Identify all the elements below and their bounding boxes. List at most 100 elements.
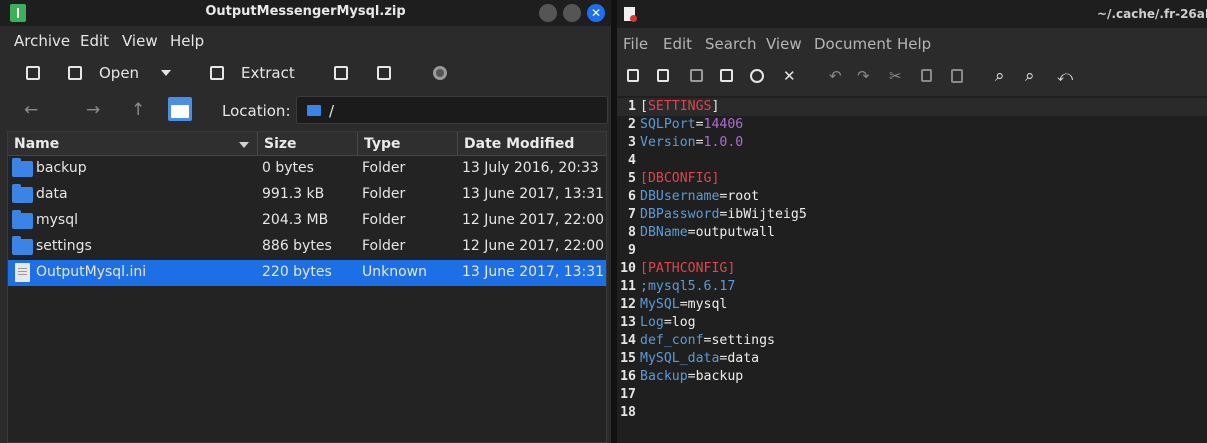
location-path: / bbox=[329, 102, 335, 120]
up-arrow-icon[interactable]: ↑ bbox=[131, 100, 145, 120]
line-number: 7 bbox=[628, 207, 636, 222]
line-text: MySQL=mysql bbox=[640, 297, 728, 312]
archive-toolbar: Open Extract bbox=[0, 56, 611, 92]
file-date: 12 June 2017, 22:00 bbox=[462, 212, 605, 228]
go-to-line-icon[interactable]: ⤺ bbox=[1057, 68, 1073, 84]
line-text: SQLPort=14406 bbox=[640, 117, 744, 132]
undo-icon[interactable]: ↷ bbox=[829, 67, 842, 85]
line-text: Backup=backup bbox=[640, 369, 744, 384]
copy-icon[interactable] bbox=[921, 69, 932, 82]
line-text: DBUsername=root bbox=[640, 189, 760, 204]
location-folder-icon bbox=[307, 105, 321, 116]
folder-icon bbox=[12, 184, 33, 203]
file-row-outputmysql-ini[interactable]: OutputMysql.ini 220 bytes Unknown 13 Jun… bbox=[8, 260, 606, 286]
code-line: 13 Log=log bbox=[617, 314, 1207, 332]
code-line: 4 bbox=[617, 152, 1207, 170]
redo-icon[interactable]: ↷ bbox=[857, 68, 870, 84]
code-line: 14 def_conf=settings bbox=[617, 332, 1207, 350]
archive-titlebar: OutputMessengerMysql.zip ✕ bbox=[0, 0, 611, 26]
line-number: 5 bbox=[628, 171, 636, 186]
open-button[interactable]: Open bbox=[99, 64, 139, 82]
file-date: 13 June 2017, 13:31 bbox=[462, 186, 605, 202]
home-folder-icon[interactable] bbox=[168, 97, 192, 121]
code-line: 6 DBUsername=root bbox=[617, 188, 1207, 206]
line-number: 17 bbox=[620, 387, 636, 402]
maximize-button[interactable] bbox=[563, 4, 581, 22]
menu-edit[interactable]: Edit bbox=[80, 32, 109, 50]
file-date: 13 July 2016, 20:33 bbox=[462, 160, 599, 176]
code-line: 8 DBName=outputwall bbox=[617, 224, 1207, 242]
menu-view[interactable]: View bbox=[766, 35, 802, 53]
menu-file[interactable]: File bbox=[623, 35, 648, 53]
menu-document[interactable]: Document bbox=[814, 35, 892, 53]
code-line: 11 ;mysql5.6.17 bbox=[617, 278, 1207, 296]
stop-icon[interactable] bbox=[433, 66, 447, 80]
menu-edit[interactable]: Edit bbox=[663, 35, 692, 53]
column-name[interactable]: Name bbox=[8, 132, 258, 156]
new-archive-icon[interactable] bbox=[26, 66, 40, 80]
column-date-modified[interactable]: Date Modified bbox=[458, 132, 606, 156]
menu-help[interactable]: Help bbox=[170, 32, 204, 50]
folder-icon bbox=[12, 210, 33, 229]
column-header: Name Size Type Date Modified bbox=[8, 132, 606, 156]
editor-app-icon bbox=[624, 7, 637, 22]
line-text: DBName=outputwall bbox=[640, 225, 775, 240]
new-document-icon[interactable] bbox=[627, 69, 639, 82]
editor-menubar: File Edit Search View Document Help bbox=[617, 32, 1207, 56]
editor-toolbar: ✕ ↷ ↷ ✂ ⌕ ⌕ ⤺ bbox=[617, 60, 1207, 92]
save-icon[interactable] bbox=[690, 69, 703, 82]
file-row-backup[interactable]: backup 0 bytes Folder 13 July 2016, 20:3… bbox=[8, 156, 606, 182]
line-number: 4 bbox=[628, 153, 636, 168]
line-number: 11 bbox=[620, 279, 636, 294]
code-line: 5 [DBCONFIG] bbox=[617, 170, 1207, 188]
menu-help[interactable]: Help bbox=[897, 35, 931, 53]
save-as-icon[interactable] bbox=[720, 69, 733, 82]
file-row-data[interactable]: data 991.3 kB Folder 13 June 2017, 13:31 bbox=[8, 182, 606, 208]
line-text: Log=log bbox=[640, 315, 696, 330]
open-archive-icon[interactable] bbox=[68, 66, 82, 80]
line-text: [DBCONFIG] bbox=[640, 171, 720, 186]
code-editor[interactable]: 1 [SETTINGS] 2 SQLPort=14406 3 Version=1.0.0 4… bbox=[617, 96, 1207, 443]
search-icon[interactable]: ⌕ bbox=[995, 68, 1005, 85]
reload-icon[interactable] bbox=[750, 69, 764, 83]
file-size: 0 bytes bbox=[262, 160, 314, 176]
code-line: 17 bbox=[617, 386, 1207, 404]
menu-view[interactable]: View bbox=[122, 32, 158, 50]
column-type[interactable]: Type bbox=[358, 132, 458, 156]
location-label: Location: bbox=[222, 102, 291, 120]
code-line: 16 Backup=backup bbox=[617, 368, 1207, 386]
file-name: backup bbox=[36, 160, 87, 176]
add-folder-icon[interactable] bbox=[377, 66, 391, 80]
location-input[interactable]: / bbox=[296, 96, 608, 124]
file-type: Unknown bbox=[362, 264, 427, 280]
editor-titlebar: ~/.cache/.fr-26aLwY bbox=[617, 0, 1207, 28]
forward-arrow-icon[interactable]: → bbox=[86, 100, 100, 120]
line-number: 3 bbox=[628, 135, 636, 150]
open-dropdown-arrow-icon[interactable] bbox=[161, 70, 171, 76]
file-date: 12 June 2017, 22:00 bbox=[462, 238, 605, 254]
code-line: 10 [PATHCONFIG] bbox=[617, 260, 1207, 278]
column-size[interactable]: Size bbox=[258, 132, 358, 156]
menu-archive[interactable]: Archive bbox=[14, 32, 70, 50]
cut-icon[interactable]: ✂ bbox=[889, 68, 902, 84]
code-line: 12 MySQL=mysql bbox=[617, 296, 1207, 314]
code-line: 7 DBPassword=ibWijteig5 bbox=[617, 206, 1207, 224]
line-number: 9 bbox=[628, 243, 636, 258]
file-name: data bbox=[36, 186, 68, 202]
extract-icon[interactable] bbox=[210, 66, 224, 80]
close-document-icon[interactable]: ✕ bbox=[783, 68, 796, 84]
back-arrow-icon[interactable]: ← bbox=[24, 100, 38, 120]
find-replace-icon[interactable]: ⌕ bbox=[1025, 68, 1035, 85]
minimize-button[interactable] bbox=[539, 4, 557, 22]
new-window-icon[interactable] bbox=[657, 69, 669, 82]
line-number: 10 bbox=[620, 261, 636, 276]
close-window-button[interactable]: ✕ bbox=[587, 4, 605, 22]
file-row-mysql[interactable]: mysql 204.3 MB Folder 12 June 2017, 22:0… bbox=[8, 208, 606, 234]
line-number: 12 bbox=[620, 297, 636, 312]
paste-icon[interactable] bbox=[951, 69, 963, 83]
extract-button[interactable]: Extract bbox=[241, 64, 295, 82]
file-row-settings[interactable]: settings 886 bytes Folder 12 June 2017, … bbox=[8, 234, 606, 260]
add-files-icon[interactable] bbox=[334, 66, 348, 80]
menu-search[interactable]: Search bbox=[705, 35, 757, 53]
file-name: OutputMysql.ini bbox=[36, 264, 147, 280]
